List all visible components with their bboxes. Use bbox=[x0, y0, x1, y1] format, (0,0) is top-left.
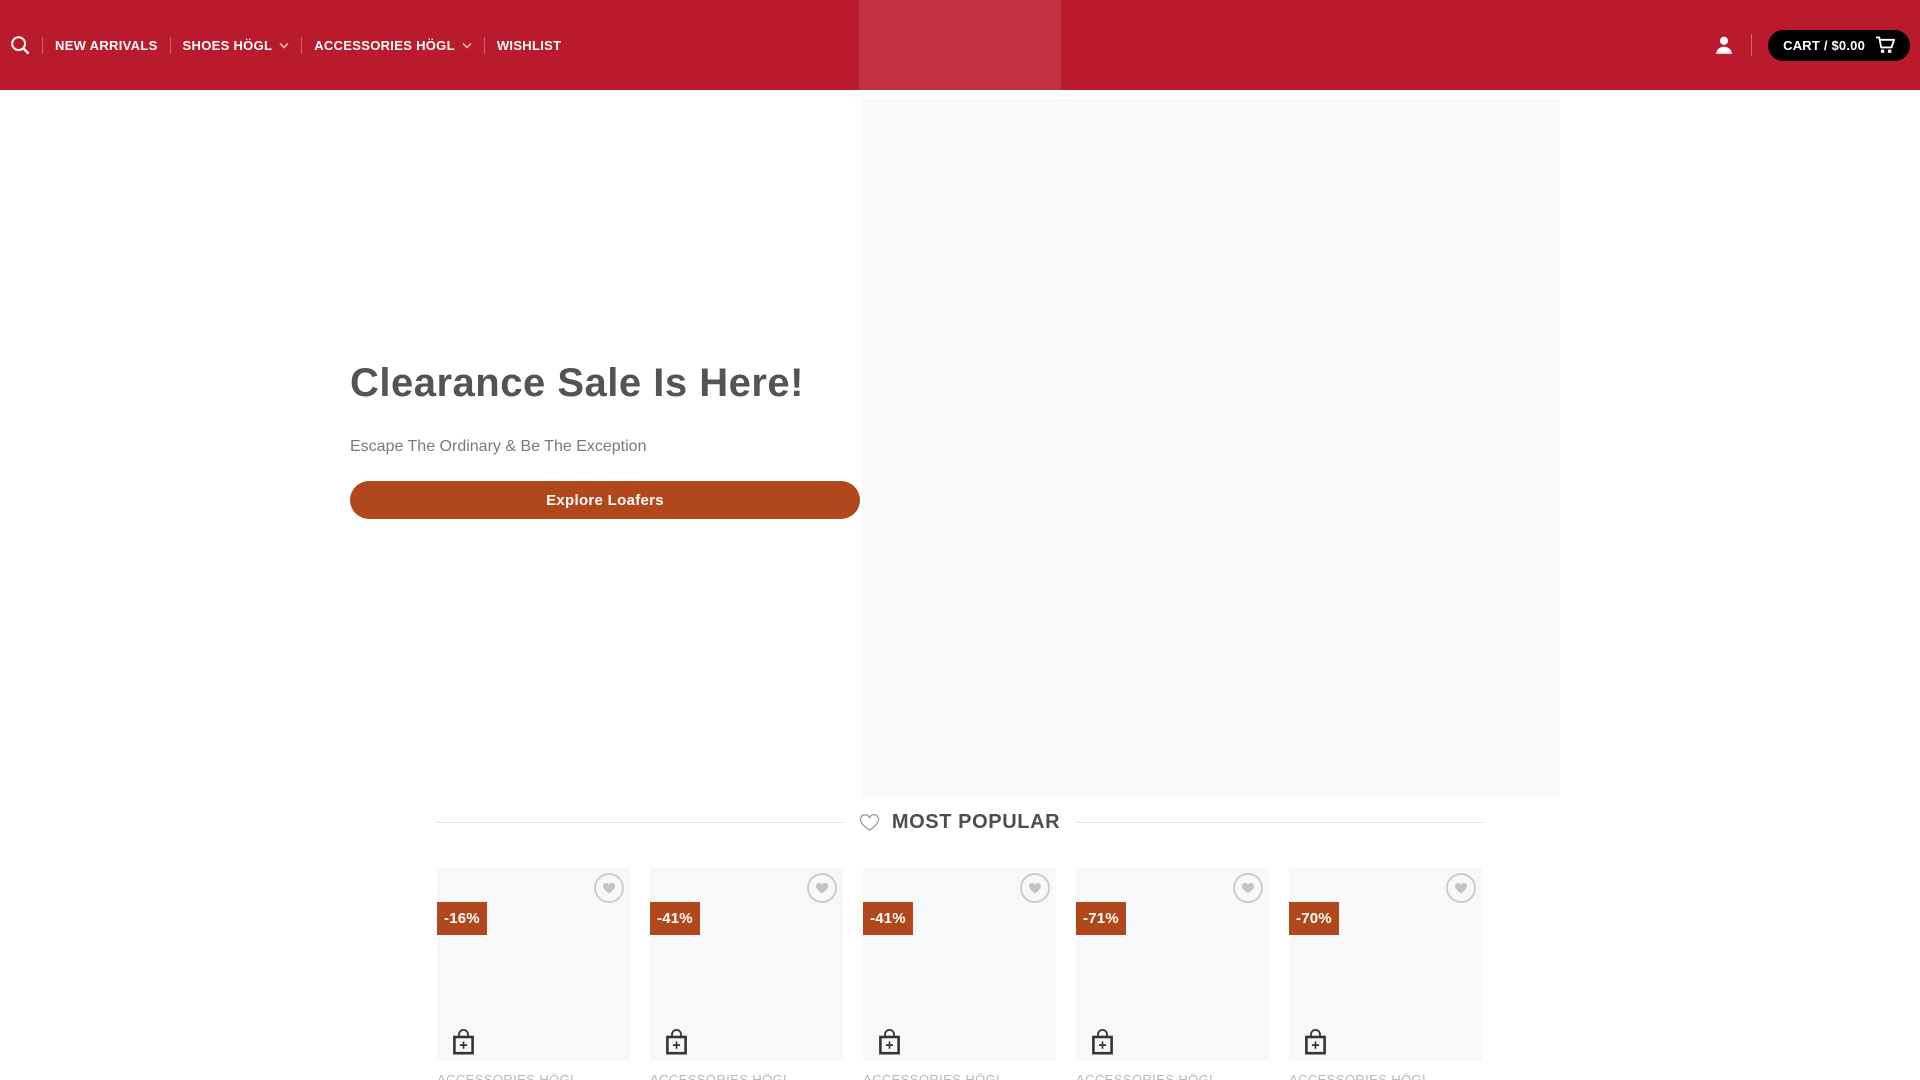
product-category[interactable]: ACCESSORIES HÖGL bbox=[863, 1072, 1056, 1080]
wishlist-button[interactable] bbox=[594, 873, 624, 903]
chevron-down-icon bbox=[462, 42, 472, 49]
bag-plus-icon bbox=[1305, 1029, 1326, 1055]
product-card[interactable]: -41% ACCESSORIES HÖGL bbox=[863, 868, 1056, 1080]
section-heading-row: MOST POPULAR bbox=[436, 807, 1484, 837]
user-icon[interactable] bbox=[1713, 34, 1735, 56]
nav-divider bbox=[483, 36, 485, 54]
product-category[interactable]: ACCESSORIES HÖGL bbox=[1289, 1072, 1482, 1080]
heart-icon bbox=[603, 882, 615, 894]
site-header: NEW ARRIVALS SHOES HÖGL ACCESSORIES HÖGL… bbox=[0, 0, 1920, 90]
add-to-cart-button[interactable] bbox=[877, 1028, 902, 1055]
product-category[interactable]: ACCESSORIES HÖGL bbox=[650, 1072, 843, 1080]
hero-title: Clearance Sale Is Here! bbox=[350, 361, 804, 405]
nav-item-accessories-hogl[interactable]: ACCESSORIES HÖGL bbox=[314, 38, 472, 53]
nav-item-wishlist[interactable]: WISHLIST bbox=[497, 38, 562, 53]
product-card[interactable]: -71% ACCESSORIES HÖGL bbox=[1076, 868, 1269, 1080]
header-right: CART / $0.00 bbox=[1713, 0, 1910, 90]
bag-plus-icon bbox=[453, 1029, 474, 1055]
discount-badge: -41% bbox=[650, 902, 700, 935]
discount-badge: -70% bbox=[1289, 902, 1339, 935]
bag-plus-icon bbox=[666, 1029, 687, 1055]
heart-icon bbox=[816, 882, 828, 894]
explore-loafers-button[interactable]: Explore Loafers bbox=[350, 481, 860, 519]
add-to-cart-button[interactable] bbox=[1090, 1028, 1115, 1055]
heading-divider-left bbox=[436, 821, 843, 823]
product-category[interactable]: ACCESSORIES HÖGL bbox=[437, 1072, 630, 1080]
hero-image-placeholder bbox=[862, 98, 1560, 797]
product-image-placeholder: -70% bbox=[1289, 868, 1482, 1061]
cart-icon bbox=[1876, 36, 1895, 53]
product-category[interactable]: ACCESSORIES HÖGL bbox=[1076, 1072, 1269, 1080]
product-image-placeholder: -41% bbox=[650, 868, 843, 1061]
product-card[interactable]: -41% ACCESSORIES HÖGL bbox=[650, 868, 843, 1080]
cart-label: CART / $0.00 bbox=[1783, 37, 1865, 53]
nav-divider bbox=[42, 36, 43, 54]
product-image-placeholder: -71% bbox=[1076, 868, 1269, 1061]
search-icon[interactable] bbox=[10, 35, 30, 55]
nav-item-label: ACCESSORIES HÖGL bbox=[314, 37, 455, 53]
wishlist-button[interactable] bbox=[1233, 873, 1263, 903]
nav-item-shoes-hogl[interactable]: SHOES HÖGL bbox=[183, 38, 290, 53]
cart-button[interactable]: CART / $0.00 bbox=[1768, 29, 1910, 61]
nav-item-label: WISHLIST bbox=[496, 37, 562, 53]
discount-badge: -71% bbox=[1076, 902, 1126, 935]
product-card[interactable]: -70% ACCESSORIES HÖGL bbox=[1289, 868, 1482, 1080]
heart-outline-icon bbox=[859, 813, 880, 831]
add-to-cart-button[interactable] bbox=[1303, 1028, 1328, 1055]
add-to-cart-button[interactable] bbox=[664, 1028, 689, 1055]
bag-plus-icon bbox=[1092, 1029, 1113, 1055]
hero-slider: Clearance Sale Is Here! Escape The Ordin… bbox=[0, 90, 1920, 797]
section-title: MOST POPULAR bbox=[859, 811, 1060, 834]
hero-subtitle: Escape The Ordinary & Be The Exception bbox=[350, 438, 647, 455]
heart-icon bbox=[1029, 882, 1041, 894]
product-grid: -16% ACCESSORIES HÖGL -41% ACCESSORIES H… bbox=[437, 868, 1482, 1080]
nav-item-new-arrivals[interactable]: NEW ARRIVALS bbox=[55, 38, 158, 53]
wishlist-button[interactable] bbox=[1020, 873, 1050, 903]
nav-divider bbox=[301, 36, 303, 54]
most-popular-section: MOST POPULAR -16% ACCESSORIES HÖGL -41% … bbox=[0, 797, 1920, 1080]
header-divider bbox=[1751, 34, 1753, 56]
bag-plus-icon bbox=[879, 1029, 900, 1055]
heart-icon bbox=[1242, 882, 1254, 894]
product-image-placeholder: -16% bbox=[437, 868, 630, 1061]
main-nav: NEW ARRIVALS SHOES HÖGL ACCESSORIES HÖGL… bbox=[10, 0, 561, 90]
wishlist-button[interactable] bbox=[1446, 873, 1476, 903]
nav-divider bbox=[169, 36, 171, 54]
wishlist-button[interactable] bbox=[807, 873, 837, 903]
heart-icon bbox=[1455, 882, 1467, 894]
section-title-text: MOST POPULAR bbox=[891, 810, 1061, 833]
add-to-cart-button[interactable] bbox=[451, 1028, 476, 1055]
product-image-placeholder: -41% bbox=[863, 868, 1056, 1061]
product-card[interactable]: -16% ACCESSORIES HÖGL bbox=[437, 868, 630, 1080]
nav-item-label: SHOES HÖGL bbox=[182, 37, 273, 53]
discount-badge: -41% bbox=[863, 902, 913, 935]
heading-divider-right bbox=[1076, 821, 1484, 823]
chevron-down-icon bbox=[279, 42, 289, 49]
nav-item-label: NEW ARRIVALS bbox=[55, 37, 158, 53]
discount-badge: -16% bbox=[437, 902, 487, 935]
site-logo[interactable] bbox=[859, 0, 1061, 90]
